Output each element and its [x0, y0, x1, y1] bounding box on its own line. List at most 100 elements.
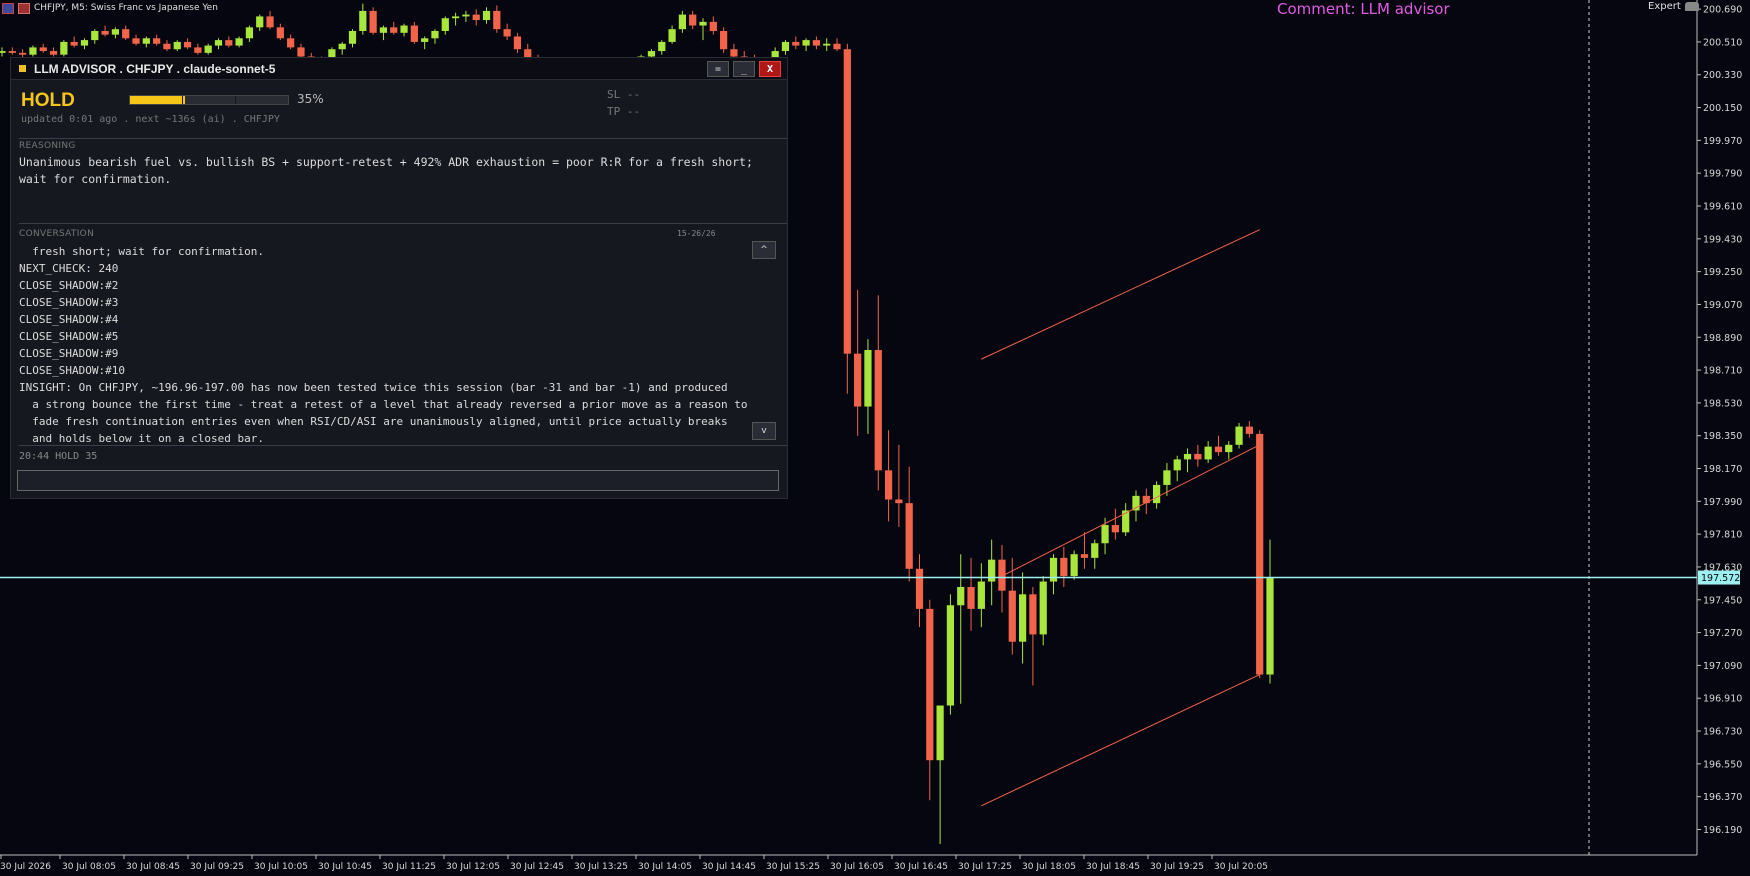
panel-header[interactable]: LLM ADVISOR . CHFJPY . claude-sonnet-5 =…: [11, 58, 787, 80]
scroll-up-button[interactable]: ^: [752, 241, 776, 259]
candle-body: [689, 14, 697, 26]
candle-body: [29, 47, 37, 55]
candle-body: [1070, 554, 1078, 577]
candle-body: [946, 605, 955, 706]
chart-type-icon[interactable]: [18, 2, 30, 14]
minimize-button[interactable]: _: [733, 61, 755, 77]
candle-body: [895, 499, 903, 504]
candle-body: [49, 51, 58, 55]
bear-candle: [1256, 430, 1264, 679]
scroll-down-button[interactable]: v: [752, 422, 776, 440]
candle-body: [513, 36, 522, 50]
price-tick-label: 197.270: [1703, 628, 1742, 639]
candle-body: [91, 30, 99, 41]
conversation-line: CLOSE_SHADOW:#4: [19, 313, 119, 326]
expert-indicator[interactable]: Expert: [1648, 1, 1699, 12]
candle-body: [183, 41, 192, 48]
conversation-line: CLOSE_SHADOW:#9: [19, 347, 119, 360]
time-tick-label: 30 Jul 16:05: [830, 862, 884, 872]
candle-body: [1039, 581, 1047, 635]
candle-body: [451, 16, 460, 19]
candle-body: [709, 21, 717, 31]
price-tick-label: 197.090: [1703, 661, 1742, 672]
price-tick-label: 196.550: [1703, 759, 1742, 770]
candle-body: [153, 38, 161, 44]
price-tick-label: 196.370: [1703, 792, 1742, 803]
conversation-log[interactable]: fresh short; wait for confirmation. NEXT_…: [19, 243, 789, 446]
candle-body: [235, 38, 243, 46]
confidence-bar-fill: [130, 96, 186, 104]
candle-body: [256, 16, 264, 28]
candle-body: [699, 21, 707, 26]
candle-body: [400, 25, 408, 33]
price-tick-label: 199.250: [1703, 267, 1742, 278]
time-tick-label: 30 Jul 13:25: [574, 862, 628, 872]
price-tick-label: 196.910: [1703, 694, 1742, 705]
time-tick-label: 30 Jul 12:45: [510, 862, 564, 872]
price-tick-label: 198.890: [1703, 333, 1742, 344]
candle-body: [163, 43, 171, 50]
confidence-percent: 35%: [297, 92, 324, 106]
time-tick-label: 30 Jul 10:05: [254, 862, 308, 872]
candle-body: [1183, 453, 1192, 460]
candle-body: [1018, 594, 1027, 642]
candle-body: [503, 29, 511, 37]
graduation-cap-icon: [1684, 2, 1699, 11]
conversation-line: CLOSE_SHADOW:#2: [19, 279, 119, 292]
update-status: updated 0:01 ago . next ~136s (ai) . CHF…: [21, 114, 280, 125]
price-tick-label: 199.610: [1703, 202, 1742, 213]
candle-body: [39, 47, 47, 52]
candle-body: [1256, 433, 1264, 675]
conversation-count: 15-26/26: [677, 229, 716, 238]
time-tick-label: 30 Jul 10:45: [318, 862, 372, 872]
candle-body: [823, 43, 831, 46]
message-input[interactable]: [17, 470, 779, 491]
reasoning-label: REASONING: [19, 141, 76, 151]
candle-body: [462, 14, 470, 17]
price-tick-label: 196.190: [1703, 825, 1742, 836]
conversation-line: CLOSE_SHADOW:#3: [19, 296, 119, 309]
expert-label-text: Expert: [1648, 1, 1681, 12]
time-tick-label: 30 Jul 11:25: [382, 862, 436, 872]
candle-body: [1173, 459, 1181, 471]
candle-body: [173, 41, 181, 50]
candle-body: [8, 51, 16, 53]
candle-body: [482, 10, 491, 21]
candle-body: [967, 587, 975, 609]
candle-body: [957, 587, 965, 606]
candle-body: [214, 40, 223, 46]
time-tick-label: 30 Jul 08:05: [62, 862, 116, 872]
candle-body: [678, 14, 686, 30]
price-tick-label: 199.970: [1703, 136, 1742, 147]
candle-body: [854, 353, 862, 407]
candle-body: [132, 38, 140, 44]
candle-body: [194, 47, 202, 53]
candle-body: [1266, 577, 1274, 675]
bull-candle: [1235, 422, 1243, 449]
conversation-line: NEXT_CHECK: 240: [19, 262, 119, 275]
candle-body: [472, 14, 480, 21]
candle-body: [874, 350, 882, 471]
candle-body: [70, 41, 78, 46]
bull-candle: [1070, 550, 1078, 580]
candle-body: [1245, 426, 1253, 434]
time-tick-label: 30 Jul 2026: [0, 862, 51, 872]
time-axis: 30 Jul 2026 30 Jul 08:05 30 Jul 08:45 30 Ju…: [0, 855, 1268, 872]
price-tick-label: 197.990: [1703, 497, 1742, 508]
bull-candle: [60, 40, 68, 57]
candle-body: [421, 38, 429, 42]
candle-body: [1194, 453, 1202, 460]
candle-body: [297, 47, 305, 57]
bear-candle: [369, 7, 377, 35]
candle-body: [812, 40, 821, 46]
candle-body: [245, 27, 254, 39]
menu-button[interactable]: =: [707, 61, 729, 77]
candle-body: [833, 43, 841, 50]
close-button[interactable]: X: [759, 61, 781, 77]
candle-body: [1204, 446, 1212, 460]
chart-menu-icon[interactable]: [2, 2, 14, 14]
candle-body: [915, 568, 924, 609]
conversation-line: fresh short; wait for confirmation.: [19, 245, 265, 258]
candle-body: [936, 705, 944, 761]
candle-body: [658, 41, 666, 52]
